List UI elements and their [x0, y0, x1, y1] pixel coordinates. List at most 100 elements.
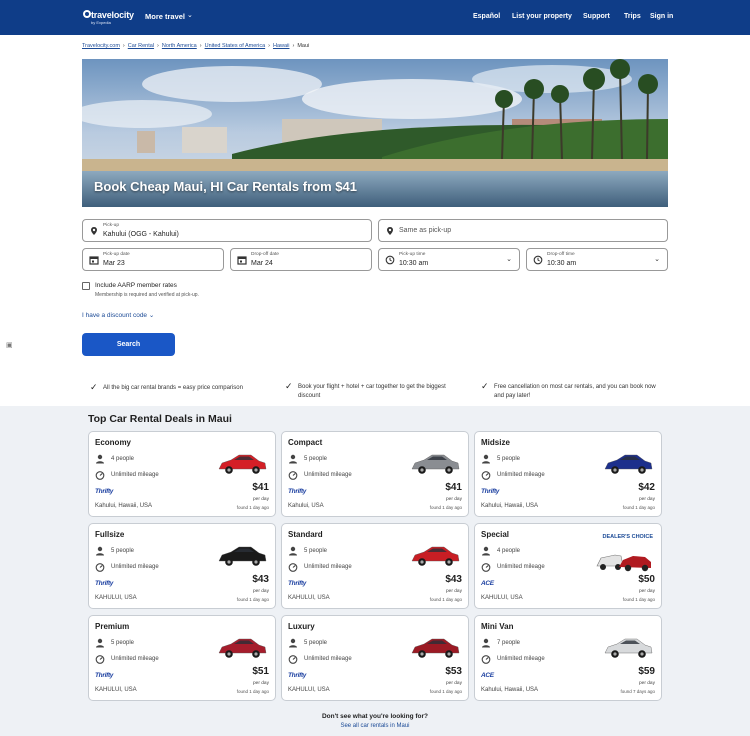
breadcrumb-car-rental[interactable]: Car Rental — [128, 43, 154, 49]
pickup-date-value: Mar 23 — [103, 260, 125, 267]
vendor-logo: ACE — [481, 580, 494, 587]
card-location: Kahului, USA — [288, 503, 324, 509]
card-title: Economy — [95, 438, 132, 447]
found-time: found 1 day ago — [429, 597, 462, 602]
speedometer-icon — [288, 563, 298, 572]
pickup-date-label: Pick-up date — [103, 252, 130, 257]
per-day-label: per day — [639, 497, 655, 502]
footer-question: Don't see what you're looking for? — [321, 713, 428, 720]
checkmark-icon: ✓ — [481, 381, 489, 391]
card-capacity: 4 people — [111, 456, 135, 462]
breadcrumb-separator-icon: › — [122, 43, 125, 49]
clock-icon — [533, 255, 543, 265]
person-icon — [96, 638, 104, 648]
deal-card[interactable]: Fullsize 5 people Unlimited mileage Thrifty… — [88, 523, 276, 609]
breadcrumb-north-america[interactable]: North America — [162, 43, 197, 49]
more-travel-menu[interactable]: More travel — [145, 12, 185, 21]
deals-title: Top Car Rental Deals in Maui — [88, 413, 232, 425]
benefit-text: Free cancellation on most car rentals, a… — [494, 384, 656, 399]
person-icon — [289, 546, 297, 556]
per-day-label: per day — [253, 589, 269, 594]
dropoff-placeholder: Same as pick-up — [399, 227, 452, 234]
deal-card[interactable]: Midsize 5 people Unlimited mileage Thrifty K… — [474, 431, 662, 517]
card-capacity: 5 people — [304, 548, 328, 554]
car-image — [218, 546, 267, 566]
nav-espanol[interactable]: Español — [473, 13, 500, 20]
found-time: found 1 day ago — [236, 505, 269, 510]
card-mileage: Unlimited mileage — [111, 472, 159, 478]
dropoff-time-select[interactable]: Drop-off time 10:30 am ⌄ — [526, 248, 668, 271]
found-time: found 1 day ago — [236, 689, 269, 694]
dropoff-location-field[interactable]: Same as pick-up — [378, 219, 668, 242]
card-location: KAHULUI, USA — [288, 595, 330, 601]
chevron-down-icon[interactable]: ⌄ — [187, 11, 193, 19]
logo-subtext: by Expedia — [91, 20, 111, 25]
card-capacity: 5 people — [111, 548, 135, 554]
vendor-logo: Thrifty — [95, 580, 114, 587]
deal-card[interactable]: Compact 5 people Unlimited mileage Thrifty K… — [281, 431, 469, 517]
top-header: travelocity by Expedia More travel ⌄ Esp… — [0, 0, 750, 35]
vendor-logo: Thrifty — [95, 488, 114, 495]
nav-sign-in[interactable]: Sign in — [650, 13, 673, 20]
vendor-logo: ACE — [481, 672, 494, 679]
deal-card[interactable]: Premium 5 people Unlimited mileage Thrifty K… — [88, 615, 276, 701]
card-mileage: Unlimited mileage — [304, 564, 352, 570]
pickup-time-label: Pick-up time — [399, 252, 426, 257]
pickup-date-field[interactable]: Pick-up date Mar 23 — [82, 248, 224, 271]
nav-support[interactable]: Support — [583, 13, 610, 20]
aarp-checkbox[interactable] — [82, 282, 90, 290]
card-capacity: 5 people — [304, 456, 328, 462]
card-price: $41 — [252, 482, 269, 493]
breadcrumb-home[interactable]: Travelocity.com — [82, 43, 120, 49]
breadcrumb-hawaii[interactable]: Hawaii — [273, 43, 290, 49]
deal-card[interactable]: Luxury 5 people Unlimited mileage Thrifty KA… — [281, 615, 469, 701]
vendor-logo: Thrifty — [288, 672, 307, 679]
pickup-time-select[interactable]: Pick-up time 10:30 am ⌄ — [378, 248, 520, 271]
chevron-down-icon: ⌄ — [506, 256, 512, 263]
found-time: found 7 days ago — [620, 689, 655, 694]
card-price: $50 — [638, 574, 655, 585]
car-image — [411, 546, 460, 566]
card-location: Kahului, Hawaii, USA — [481, 503, 539, 509]
logo-text: travelocity — [91, 10, 134, 20]
dropoff-date-value: Mar 24 — [251, 260, 273, 267]
speedometer-icon — [288, 471, 298, 480]
card-price: $41 — [445, 482, 462, 493]
deal-card[interactable]: Economy 4 people Unlimited mileage Thrifty K… — [88, 431, 276, 517]
deal-card[interactable]: Special 4 people Unlimited mileage ACE KAHUL… — [474, 523, 662, 609]
breadcrumb: Travelocity.com › Car Rental › North America… — [82, 43, 309, 49]
nav-trips[interactable]: Trips — [624, 13, 641, 20]
see-all-link[interactable]: See all car rentals in Maui — [0, 723, 750, 729]
per-day-label: per day — [639, 589, 655, 594]
nav-list-property[interactable]: List your property — [512, 13, 572, 20]
card-mileage: Unlimited mileage — [497, 472, 545, 478]
per-day-label: per day — [446, 681, 462, 686]
discount-code-toggle[interactable]: I have a discount code ⌄ — [82, 311, 154, 319]
card-price: $42 — [638, 482, 655, 493]
dropoff-date-field[interactable]: Drop-off date Mar 24 — [230, 248, 372, 271]
pickup-location-field[interactable]: Pick-up Kahului (OGG - Kahului) — [82, 219, 372, 242]
chevron-down-icon: ⌄ — [148, 312, 155, 319]
search-button[interactable]: Search — [82, 333, 175, 356]
per-day-label: per day — [446, 497, 462, 502]
card-title: Luxury — [288, 622, 315, 631]
per-day-label: per day — [253, 681, 269, 686]
breadcrumb-usa[interactable]: United States of America — [205, 43, 266, 49]
pickup-time-value: 10:30 am — [399, 260, 429, 267]
vendor-logo: Thrifty — [288, 488, 307, 495]
deal-card[interactable]: Mini Van 7 people Unlimited mileage ACE Kahu… — [474, 615, 662, 701]
card-mileage: Unlimited mileage — [304, 472, 352, 478]
person-icon — [482, 454, 490, 464]
aarp-label: Include AARP member rates — [95, 282, 177, 289]
card-title: Standard — [288, 530, 323, 539]
deal-card[interactable]: Standard 5 people Unlimited mileage Thrifty… — [281, 523, 469, 609]
speedometer-icon — [481, 471, 491, 480]
found-time: found 1 day ago — [429, 505, 462, 510]
feedback-icon[interactable]: ▣ — [6, 341, 14, 349]
card-location: KAHULUI, USA — [288, 687, 330, 693]
travelocity-logo[interactable]: travelocity by Expedia — [82, 9, 134, 27]
pickup-label: Pick-up — [103, 223, 119, 228]
benefit-item: ✓ All the big car rental brands = easy p… — [90, 383, 273, 393]
car-image — [604, 454, 653, 474]
card-price: $51 — [252, 666, 269, 677]
